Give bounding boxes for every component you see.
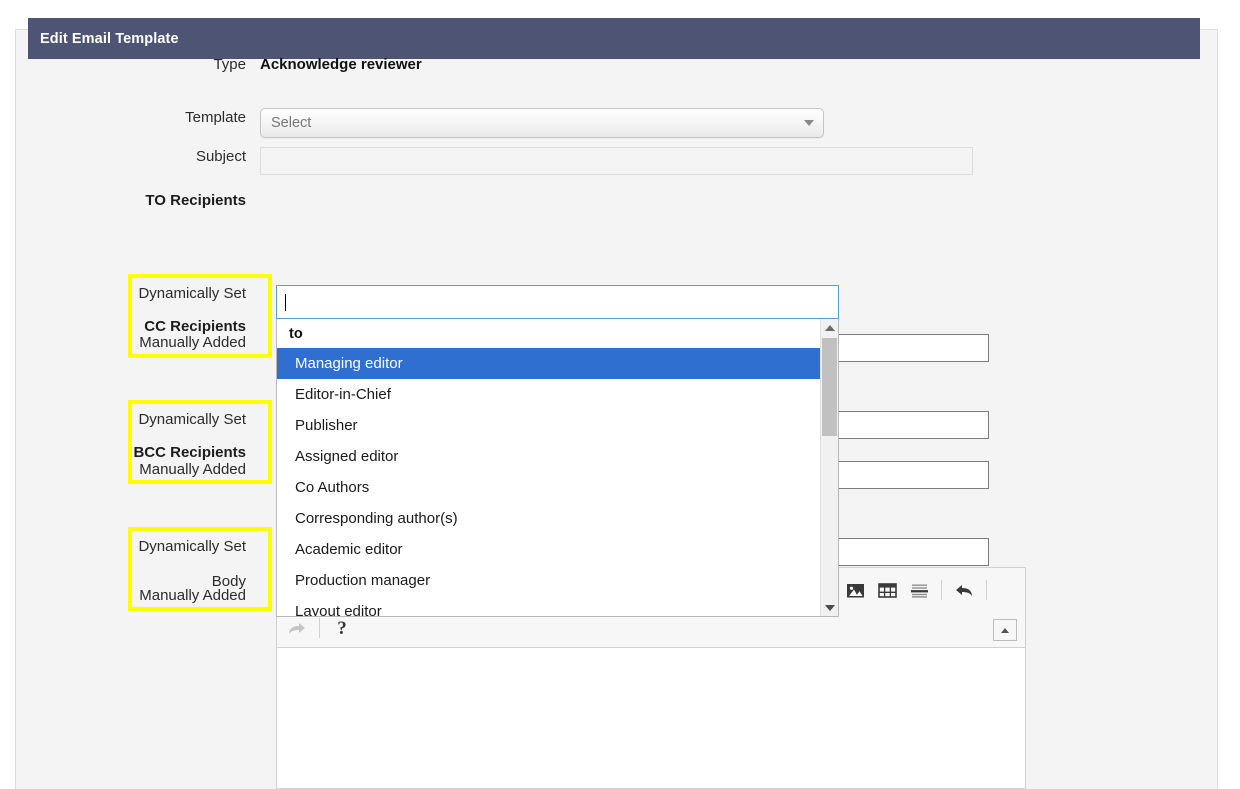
scroll-down-icon[interactable] xyxy=(821,599,838,616)
option-corresponding-authors[interactable]: Corresponding author(s) xyxy=(277,503,820,534)
option-production-manager[interactable]: Production manager xyxy=(277,565,820,596)
body-label: Body xyxy=(15,573,260,590)
dropdown-scrollbar[interactable] xyxy=(820,319,838,616)
option-publisher[interactable]: Publisher xyxy=(277,410,820,441)
redo-icon[interactable] xyxy=(283,614,311,642)
table-icon[interactable] xyxy=(873,576,901,604)
toolbar-separator xyxy=(941,580,942,600)
subject-label: Subject xyxy=(15,147,260,167)
to-recipients-highlight xyxy=(128,274,272,358)
text-cursor xyxy=(285,294,286,311)
horizontal-rule-icon[interactable] xyxy=(905,576,933,604)
option-editor-in-chief[interactable]: Editor-in-Chief xyxy=(277,379,820,410)
scrollbar-thumb[interactable] xyxy=(822,338,837,436)
toolbar-separator xyxy=(319,618,320,638)
option-group-header: to xyxy=(277,319,820,348)
image-icon[interactable] xyxy=(841,576,869,604)
help-icon[interactable]: ? xyxy=(328,614,356,642)
toolbar-separator xyxy=(986,580,987,600)
recipient-options-list: to Managing editor Editor-in-Chief Publi… xyxy=(277,319,820,616)
template-row: Template Select xyxy=(15,108,824,138)
recipient-search-input[interactable] xyxy=(276,285,839,319)
undo-icon[interactable] xyxy=(950,576,978,604)
option-co-authors[interactable]: Co Authors xyxy=(277,472,820,503)
collapse-toolbar-icon[interactable] xyxy=(993,619,1017,641)
page-title: Edit Email Template xyxy=(28,31,179,47)
recipient-options-dropdown: to Managing editor Editor-in-Chief Publi… xyxy=(276,319,839,617)
to-dynamically-set-combobox: to Managing editor Editor-in-Chief Publi… xyxy=(276,285,839,617)
type-value: Acknowledge reviewer xyxy=(260,55,422,75)
type-label: Type xyxy=(15,55,260,75)
option-assigned-editor[interactable]: Assigned editor xyxy=(277,441,820,472)
chevron-down-icon xyxy=(804,120,814,126)
template-select[interactable]: Select xyxy=(260,108,824,138)
option-layout-editor[interactable]: Layout editor xyxy=(277,596,820,616)
body-editor-canvas[interactable] xyxy=(277,648,1025,788)
to-recipients-header: TO Recipients xyxy=(15,192,260,209)
template-label: Template xyxy=(15,108,260,128)
type-row: Type Acknowledge reviewer xyxy=(15,55,422,75)
scroll-up-icon[interactable] xyxy=(821,319,838,336)
bcc-recipients-highlight xyxy=(128,527,272,611)
subject-row: Subject xyxy=(15,147,973,175)
cc-recipients-highlight xyxy=(128,400,272,484)
template-select-value: Select xyxy=(271,115,311,131)
option-academic-editor[interactable]: Academic editor xyxy=(277,534,820,565)
option-managing-editor[interactable]: Managing editor xyxy=(277,348,820,379)
window-title-bar: Edit Email Template xyxy=(28,18,1200,59)
subject-input[interactable] xyxy=(260,147,973,175)
